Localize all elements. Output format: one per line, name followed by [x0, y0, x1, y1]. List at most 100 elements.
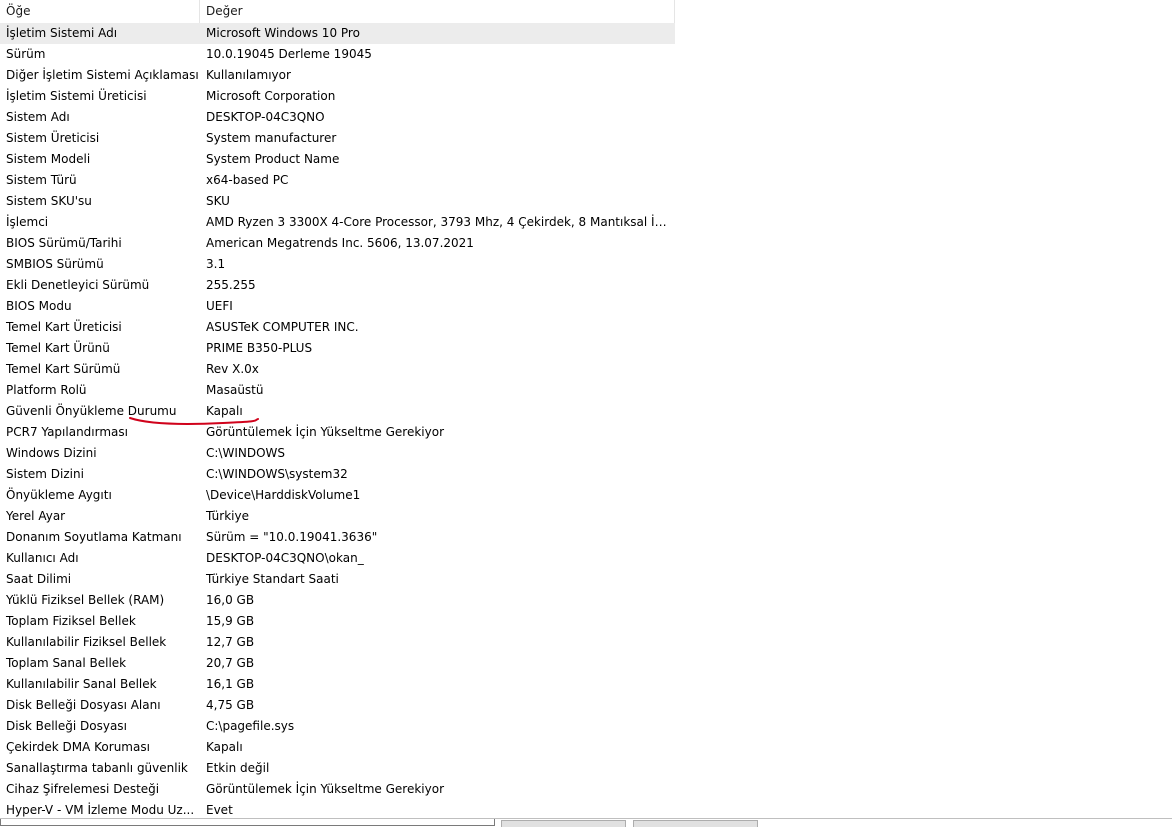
list-rows: İşletim Sistemi Adı Microsoft Windows 10 …: [0, 23, 1172, 818]
table-row[interactable]: Hyper-V - VM İzleme Modu Uz... Evet: [0, 800, 1172, 818]
row-value: PRIME B350-PLUS: [206, 341, 313, 355]
row-value: Kapalı: [206, 740, 243, 754]
row-value: ASUSTeK COMPUTER INC.: [206, 320, 359, 334]
row-value: Etkin değil: [206, 761, 270, 775]
table-row[interactable]: Donanım Soyutlama Katmanı Sürüm = "10.0.1…: [0, 527, 1172, 548]
row-value: DESKTOP-04C3QNO\okan_: [206, 551, 364, 565]
row-item-label: Donanım Soyutlama Katmanı: [6, 530, 182, 544]
row-value: Masaüstü: [206, 383, 264, 397]
row-item-label: Sistem Türü: [6, 173, 77, 187]
row-item-label: Hyper-V - VM İzleme Modu Uz...: [6, 803, 195, 817]
row-value: 10.0.19045 Derleme 19045: [206, 47, 372, 61]
row-item-label: Yüklü Fiziksel Bellek (RAM): [6, 593, 165, 607]
row-item-label: Diğer İşletim Sistemi Açıklaması: [6, 68, 199, 82]
table-row[interactable]: BIOS Sürümü/Tarihi American Megatrends In…: [0, 233, 1172, 254]
column-header-item[interactable]: Öğe: [0, 0, 200, 23]
row-item-label: Yerel Ayar: [6, 509, 66, 523]
row-value: Kullanılamıyor: [206, 68, 291, 82]
row-value: Türkiye: [206, 509, 249, 523]
row-item-label: Çekirdek DMA Koruması: [6, 740, 150, 754]
table-row[interactable]: Çekirdek DMA Koruması Kapalı: [0, 737, 1172, 758]
row-item-label: Sistem Üreticisi: [6, 131, 100, 145]
table-row[interactable]: SMBIOS Sürümü 3.1: [0, 254, 1172, 275]
table-row[interactable]: Yerel Ayar Türkiye: [0, 506, 1172, 527]
row-value: C:\pagefile.sys: [206, 719, 295, 733]
table-row[interactable]: Temel Kart Ürünü PRIME B350-PLUS: [0, 338, 1172, 359]
row-item-label: Toplam Sanal Bellek: [6, 656, 127, 670]
table-row[interactable]: İşletim Sistemi Adı Microsoft Windows 10 …: [0, 23, 675, 44]
row-value: 16,1 GB: [206, 677, 255, 691]
table-row[interactable]: Kullanılabilir Sanal Bellek 16,1 GB: [0, 674, 1172, 695]
row-item-label: Temel Kart Üreticisi: [6, 320, 122, 334]
row-item-label: Sistem Dizini: [6, 467, 84, 481]
row-item-label: Kullanılabilir Sanal Bellek: [6, 677, 157, 691]
row-item-label: Cihaz Şifrelemesi Desteği: [6, 782, 160, 796]
row-value: Microsoft Windows 10 Pro: [206, 26, 360, 40]
table-row[interactable]: Sanallaştırma tabanlı güvenlik Etkin deği…: [0, 758, 1172, 779]
table-row[interactable]: Toplam Sanal Bellek 20,7 GB: [0, 653, 1172, 674]
row-value: 16,0 GB: [206, 593, 255, 607]
table-row[interactable]: PCR7 Yapılandırması Görüntülemek İçin Yük…: [0, 422, 1172, 443]
search-input[interactable]: [0, 819, 495, 826]
row-value: 255.255: [206, 278, 256, 292]
row-value: C:\WINDOWS\system32: [206, 467, 348, 481]
row-value: Evet: [206, 803, 233, 817]
table-row[interactable]: Platform Rolü Masaüstü: [0, 380, 1172, 401]
row-value: Kapalı: [206, 404, 243, 418]
row-item-label: Temel Kart Sürümü: [6, 362, 121, 376]
row-value: 4,75 GB: [206, 698, 255, 712]
row-item-label: SMBIOS Sürümü: [6, 257, 104, 271]
table-row[interactable]: Disk Belleği Dosyası Alanı 4,75 GB: [0, 695, 1172, 716]
table-row[interactable]: Cihaz Şifrelemesi Desteği Görüntülemek İç…: [0, 779, 1172, 800]
table-row[interactable]: Kullanılabilir Fiziksel Bellek 12,7 GB: [0, 632, 1172, 653]
table-row[interactable]: İşletim Sistemi Üreticisi Microsoft Corpo…: [0, 86, 1172, 107]
table-row[interactable]: Sistem Adı DESKTOP-04C3QNO: [0, 107, 1172, 128]
row-value: Görüntülemek İçin Yükseltme Gerekiyor: [206, 782, 445, 796]
table-row[interactable]: Yüklü Fiziksel Bellek (RAM) 16,0 GB: [0, 590, 1172, 611]
row-item-label: Kullanıcı Adı: [6, 551, 79, 565]
system-info-list[interactable]: Öğe Değer İşletim Sistemi Adı Microsoft W…: [0, 0, 1172, 818]
row-item-label: Güvenli Önyükleme Durumu: [6, 404, 177, 418]
row-item-label: Platform Rolü: [6, 383, 87, 397]
table-row[interactable]: BIOS Modu UEFI: [0, 296, 1172, 317]
table-row[interactable]: Ekli Denetleyici Sürümü 255.255: [0, 275, 1172, 296]
row-value: American Megatrends Inc. 5606, 13.07.202…: [206, 236, 474, 250]
row-item-label: Sistem Modeli: [6, 152, 91, 166]
table-row[interactable]: Sürüm 10.0.19045 Derleme 19045: [0, 44, 1172, 65]
row-value: C:\WINDOWS: [206, 446, 286, 460]
row-item-label: İşlemci: [6, 215, 49, 229]
row-value: UEFI: [206, 299, 233, 313]
table-row[interactable]: Saat Dilimi Türkiye Standart Saati: [0, 569, 1172, 590]
row-value: 12,7 GB: [206, 635, 255, 649]
table-row[interactable]: Sistem Türü x64-based PC: [0, 170, 1172, 191]
table-row[interactable]: Temel Kart Üreticisi ASUSTeK COMPUTER INC…: [0, 317, 1172, 338]
table-row[interactable]: Temel Kart Sürümü Rev X.0x: [0, 359, 1172, 380]
row-item-label: Disk Belleği Dosyası: [6, 719, 127, 733]
table-row[interactable]: Toplam Fiziksel Bellek 15,9 GB: [0, 611, 1172, 632]
row-value: Sürüm = "10.0.19041.3636": [206, 530, 378, 544]
row-item-label: Sanallaştırma tabanlı güvenlik: [6, 761, 188, 775]
column-header-value[interactable]: Değer: [200, 0, 675, 23]
row-value: x64-based PC: [206, 173, 289, 187]
row-item-label: Ekli Denetleyici Sürümü: [6, 278, 150, 292]
table-row[interactable]: Windows Dizini C:\WINDOWS: [0, 443, 1172, 464]
table-row[interactable]: Önyükleme Aygıtı \Device\HarddiskVolume1: [0, 485, 1172, 506]
table-row[interactable]: Disk Belleği Dosyası C:\pagefile.sys: [0, 716, 1172, 737]
table-row[interactable]: Sistem Üreticisi System manufacturer: [0, 128, 1172, 149]
table-row[interactable]: İşlemci AMD Ryzen 3 3300X 4-Core Processo…: [0, 212, 1172, 233]
row-value: Rev X.0x: [206, 362, 259, 376]
table-row[interactable]: Sistem SKU'su SKU: [0, 191, 1172, 212]
row-item-label: BIOS Modu: [6, 299, 72, 313]
table-row[interactable]: Sistem Dizini C:\WINDOWS\system32: [0, 464, 1172, 485]
table-row[interactable]: Güvenli Önyükleme Durumu Kapalı: [0, 401, 1172, 422]
table-row[interactable]: Diğer İşletim Sistemi Açıklaması Kullanıl…: [0, 65, 1172, 86]
table-row[interactable]: Kullanıcı Adı DESKTOP-04C3QNO\okan_: [0, 548, 1172, 569]
list-header: Öğe Değer: [0, 0, 675, 23]
row-value: DESKTOP-04C3QNO: [206, 110, 325, 124]
row-value: System manufacturer: [206, 131, 337, 145]
row-item-label: Kullanılabilir Fiziksel Bellek: [6, 635, 167, 649]
table-row[interactable]: Sistem Modeli System Product Name: [0, 149, 1172, 170]
row-item-label: Saat Dilimi: [6, 572, 72, 586]
row-item-label: Windows Dizini: [6, 446, 97, 460]
row-value: System Product Name: [206, 152, 340, 166]
